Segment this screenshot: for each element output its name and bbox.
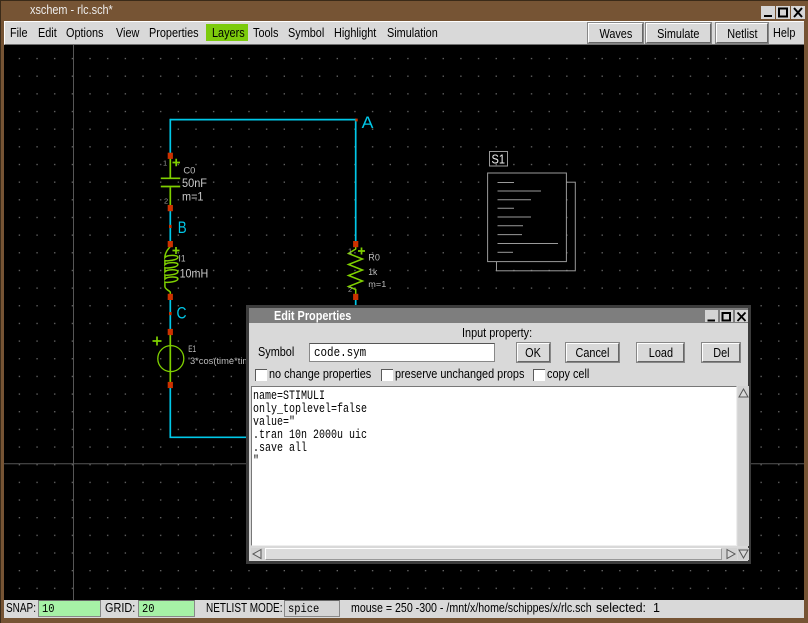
svg-text:m=1: m=1 bbox=[368, 280, 387, 289]
svg-text:1k: 1k bbox=[368, 267, 377, 278]
svg-text:50nF: 50nF bbox=[182, 176, 207, 190]
svg-text:2: 2 bbox=[164, 197, 168, 206]
svg-text:R0: R0 bbox=[368, 253, 380, 263]
svg-text:2: 2 bbox=[348, 285, 352, 294]
svg-text:I1: I1 bbox=[179, 254, 186, 264]
svg-text:1: 1 bbox=[163, 159, 167, 168]
svg-text:1: 1 bbox=[348, 247, 352, 256]
svg-text:E1: E1 bbox=[188, 344, 196, 354]
svg-text:m=1: m=1 bbox=[182, 189, 204, 203]
svg-text:B: B bbox=[178, 218, 187, 237]
svg-text:C: C bbox=[177, 304, 187, 323]
svg-text:C0: C0 bbox=[183, 165, 195, 175]
svg-text:10mH: 10mH bbox=[180, 266, 209, 280]
svg-text:S1: S1 bbox=[492, 153, 506, 167]
svg-text:'3*cos(time*tim: '3*cos(time*tim bbox=[188, 356, 250, 366]
svg-text:A: A bbox=[362, 113, 374, 132]
